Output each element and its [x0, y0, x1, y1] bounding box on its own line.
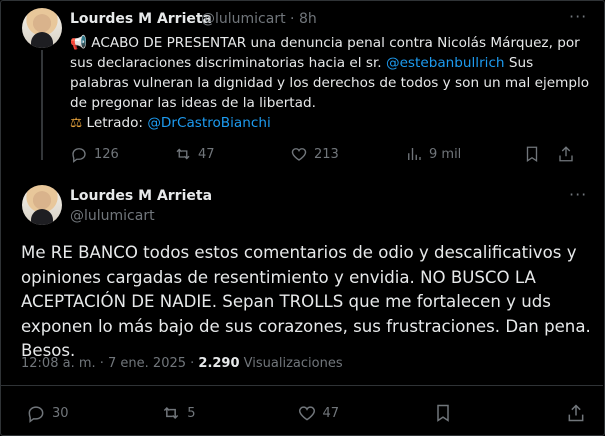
thread-line — [41, 50, 43, 160]
repost-button[interactable]: 47 — [174, 145, 290, 163]
heart-icon — [298, 406, 315, 421]
author-handle[interactable]: @lulumicart · 8h — [201, 11, 317, 27]
reply-count: 126 — [94, 146, 119, 162]
reply-button[interactable]: 126 — [70, 145, 174, 163]
avatar[interactable] — [22, 8, 62, 48]
scales-icon: ⚖ — [70, 115, 83, 131]
repost-icon — [176, 148, 190, 160]
timestamp[interactable]: 12:08 a. m. · 7 ene. 2025 · — [21, 356, 198, 371]
tweet-text: 📢 ACABO DE PRESENTAR una denuncia penal … — [70, 33, 590, 133]
bookmark-icon — [437, 404, 449, 422]
share-button[interactable] — [566, 403, 586, 423]
megaphone-icon: 📢 — [70, 35, 87, 51]
letrado-label: Letrado: — [86, 115, 148, 131]
reply-button[interactable]: 30 — [26, 403, 161, 423]
repost-button[interactable]: 5 — [161, 403, 296, 423]
views-label: Visualizaciones — [239, 356, 343, 371]
reply-count: 30 — [52, 405, 69, 421]
tweet-meta: 12:08 a. m. · 7 ene. 2025 · 2.290 Visual… — [21, 356, 343, 371]
more-options-icon[interactable]: ··· — [569, 185, 587, 204]
divider — [0, 385, 603, 386]
bookmark-button[interactable] — [523, 145, 557, 163]
views-icon — [408, 148, 421, 160]
post-time[interactable]: 8h — [299, 11, 317, 27]
like-count: 47 — [322, 405, 340, 421]
bookmark-icon — [526, 146, 538, 163]
repost-icon — [164, 406, 179, 420]
mention-link[interactable]: @estebanbullrich — [386, 55, 505, 71]
reply-icon — [72, 148, 86, 163]
share-button[interactable] — [557, 145, 575, 163]
views-button[interactable]: 9 mil — [405, 145, 523, 163]
avatar[interactable] — [22, 185, 62, 225]
share-icon — [559, 146, 573, 162]
bookmark-button[interactable] — [433, 403, 566, 423]
views-count: 9 mil — [429, 146, 462, 162]
repost-count: 5 — [187, 405, 196, 421]
tweet-actions: 30 5 47 — [26, 403, 586, 423]
tweet-actions: 126 47 213 9 mil — [70, 145, 590, 163]
heart-icon — [291, 148, 307, 161]
like-button[interactable]: 47 — [297, 403, 433, 423]
repost-count: 47 — [198, 146, 215, 162]
author-handle[interactable]: @lulumicart — [70, 208, 155, 224]
author-name[interactable]: Lourdes M Arrieta — [70, 11, 212, 27]
views-count: 2.290 — [198, 356, 240, 371]
reply-icon — [28, 406, 44, 423]
mention-link[interactable]: @DrCastroBianchi — [147, 115, 270, 131]
more-options-icon[interactable]: ··· — [569, 7, 587, 26]
author-name[interactable]: Lourdes M Arrieta — [70, 188, 212, 204]
handle-text: @lulumicart — [201, 11, 286, 27]
like-button[interactable]: 213 — [290, 145, 405, 163]
share-icon — [568, 404, 584, 422]
tweet-text: Me RE BANCO todos estos comentarios de o… — [21, 243, 591, 360]
like-count: 213 — [314, 146, 339, 162]
